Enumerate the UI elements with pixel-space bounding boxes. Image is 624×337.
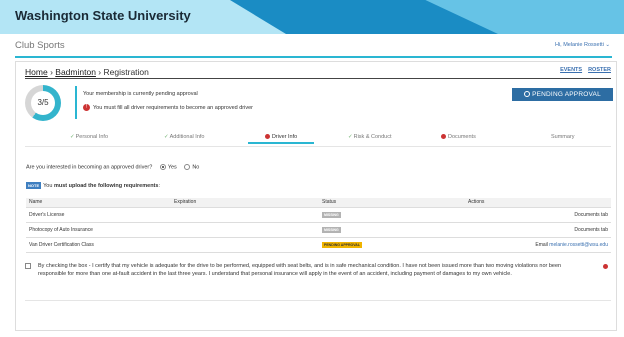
driver-warning: ! You must fill all driver requirements t… bbox=[83, 104, 253, 111]
breadcrumb: Home › Badminton › Registration bbox=[25, 67, 149, 77]
breadcrumb-sport-link[interactable]: Badminton bbox=[55, 67, 96, 77]
registration-tabs: ✓Personal Info ✓Additional Info Driver I… bbox=[25, 131, 611, 147]
tab-label: Additional Info bbox=[169, 134, 205, 140]
radio-yes[interactable] bbox=[159, 164, 166, 170]
driver-question: Are you interested in becoming an approv… bbox=[26, 164, 199, 170]
tab-label: Driver Info bbox=[271, 134, 298, 140]
driver-question-text: Are you interested in becoming an approv… bbox=[26, 164, 153, 171]
error-icon bbox=[441, 134, 446, 140]
check-icon: ✓ bbox=[70, 134, 75, 140]
roster-link[interactable]: ROSTER bbox=[588, 67, 611, 73]
breadcrumb-separator: › bbox=[98, 67, 102, 77]
row-action: Email melanie.rossetti@wsu.edu bbox=[465, 237, 611, 253]
column-header-name: Name bbox=[26, 198, 171, 208]
note-tag: NOTE bbox=[26, 182, 42, 189]
events-link[interactable]: EVENTS bbox=[560, 67, 582, 73]
status-badge: MISSING bbox=[322, 226, 341, 233]
column-header-expiration: Expiration bbox=[171, 198, 319, 208]
email-link[interactable]: melanie.rossetti@wsu.edu bbox=[549, 242, 608, 248]
row-action: Documents tab bbox=[465, 222, 611, 238]
certification-checkbox[interactable] bbox=[25, 263, 31, 269]
table-row: Photocopy of Auto Insurance MISSING Docu… bbox=[26, 222, 611, 238]
breadcrumb-current: Registration bbox=[103, 67, 149, 77]
car-warning-icon: ! bbox=[83, 104, 90, 111]
documents-tab-link[interactable]: Documents tab bbox=[574, 212, 608, 218]
tab-label: Personal Info bbox=[75, 134, 109, 140]
user-greeting: Hi, Melanie Rossetti bbox=[554, 42, 604, 48]
tab-label: Documents bbox=[448, 134, 476, 140]
action-prefix: Email bbox=[535, 241, 550, 248]
tab-documents[interactable]: Documents bbox=[441, 134, 476, 140]
check-icon: ✓ bbox=[348, 134, 353, 140]
driver-warning-text: You must fill all driver requirements to… bbox=[93, 104, 253, 111]
status-badge: PENDING APPROVAL bbox=[322, 241, 362, 248]
radio-no-label: No bbox=[192, 164, 200, 171]
note-suffix: : bbox=[158, 182, 160, 189]
tab-risk-conduct[interactable]: ✓Risk & Conduct bbox=[348, 134, 392, 140]
chevron-down-icon: ⌄ bbox=[605, 42, 610, 48]
pending-approval-label: PENDING APPROVAL bbox=[532, 91, 601, 98]
table-row: Driver's License MISSING Documents tab bbox=[26, 207, 611, 223]
header-banner: Washington State University bbox=[0, 0, 624, 34]
check-icon: ✓ bbox=[164, 134, 169, 140]
club-sports-bar: Club Sports Hi, Melanie Rossetti ⌄ bbox=[15, 36, 612, 58]
clock-icon bbox=[524, 91, 531, 98]
row-expiration bbox=[171, 207, 319, 223]
progress-ring: 3/5 bbox=[25, 85, 61, 121]
table-header-row: Name Expiration Status Actions bbox=[26, 198, 611, 208]
registration-card: Home › Badminton › Registration EVENTS RO… bbox=[15, 61, 617, 331]
column-header-status: Status bbox=[319, 198, 465, 208]
tab-driver-info[interactable]: Driver Info bbox=[248, 134, 314, 144]
table-row: Van Driver Certification Class PENDING A… bbox=[26, 237, 611, 253]
error-icon bbox=[603, 264, 608, 269]
tab-additional-info[interactable]: ✓Additional Info bbox=[164, 134, 204, 140]
radio-no[interactable] bbox=[184, 164, 191, 170]
row-name: Photocopy of Auto Insurance bbox=[26, 222, 171, 238]
top-links: EVENTS ROSTER bbox=[554, 67, 611, 73]
requirements-note: NOTE You must upload the following requir… bbox=[26, 182, 160, 189]
status-message: Your membership is currently pending app… bbox=[83, 91, 198, 97]
row-status: MISSING bbox=[319, 207, 465, 223]
column-header-actions: Actions bbox=[465, 198, 611, 208]
certification-text: By checking the box - I certify that my … bbox=[38, 263, 562, 277]
row-status: MISSING bbox=[319, 222, 465, 238]
divider bbox=[25, 300, 611, 301]
row-expiration bbox=[171, 222, 319, 238]
university-title: Washington State University bbox=[15, 8, 191, 23]
user-menu[interactable]: Hi, Melanie Rossetti ⌄ bbox=[555, 42, 610, 48]
error-icon bbox=[264, 134, 270, 140]
row-action: Documents tab bbox=[465, 207, 611, 223]
row-expiration bbox=[171, 237, 319, 253]
tab-label: Summary bbox=[551, 134, 575, 140]
status-badge: MISSING bbox=[322, 211, 341, 218]
note-prefix: You bbox=[43, 182, 54, 189]
row-status: PENDING APPROVAL bbox=[319, 237, 465, 253]
divider bbox=[25, 78, 611, 79]
requirements-table: Name Expiration Status Actions Driver's … bbox=[26, 198, 611, 253]
radio-yes-label: Yes bbox=[167, 164, 177, 171]
tab-personal-info[interactable]: ✓Personal Info bbox=[70, 134, 108, 140]
row-name: Driver's License bbox=[26, 207, 171, 223]
row-name: Van Driver Certification Class bbox=[26, 237, 171, 253]
tab-summary[interactable]: Summary bbox=[551, 134, 575, 140]
note-bold: must upload the following requirements bbox=[53, 182, 159, 189]
club-sports-title: Club Sports bbox=[15, 40, 65, 51]
breadcrumb-home-link[interactable]: Home bbox=[25, 67, 48, 77]
breadcrumb-separator: › bbox=[50, 67, 53, 77]
documents-tab-link[interactable]: Documents tab bbox=[574, 227, 608, 233]
tab-label: Risk & Conduct bbox=[353, 134, 392, 140]
pending-approval-button[interactable]: PENDING APPROVAL bbox=[512, 88, 613, 101]
membership-status: Your membership is currently pending app… bbox=[75, 86, 305, 119]
progress-label: 3/5 bbox=[31, 91, 55, 115]
